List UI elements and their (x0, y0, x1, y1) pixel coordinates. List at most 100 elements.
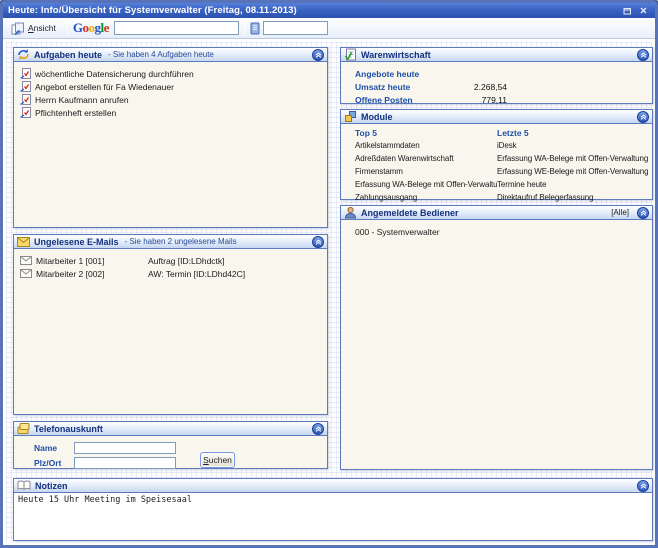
task-label: Pflichtenheft erstellen (35, 108, 116, 118)
collapse-button[interactable] (312, 49, 324, 61)
titlebar: Heute: Info/Übersicht für Systemverwalte… (3, 3, 655, 18)
collapse-button[interactable] (637, 111, 649, 123)
window-title: Heute: Info/Übersicht für Systemverwalte… (8, 5, 618, 16)
ww-value: 779,11 (455, 95, 507, 105)
ww-row: Angebote heute (341, 67, 652, 80)
panel-title: Aufgaben heute (34, 50, 102, 60)
module-link[interactable]: iDesk (497, 141, 648, 154)
panel-module-header: Module (341, 110, 652, 124)
email-sender: Mitarbeiter 2 [002] (36, 269, 144, 279)
task-label: Angebot erstellen für Fa Wiedenauer (35, 82, 174, 92)
ww-link-angebote[interactable]: Angebote heute (355, 69, 455, 79)
task-icon (20, 81, 31, 92)
panel-subtitle: - Sie haben 4 Aufgaben heute (108, 50, 214, 59)
plz-ort-field[interactable] (74, 457, 176, 469)
panel-aufgaben-header: Aufgaben heute - Sie haben 4 Aufgaben he… (14, 48, 327, 62)
collapse-button[interactable] (637, 480, 649, 492)
panel-notizen: Notizen Heute 15 Uhr Meeting im Speisesa… (13, 478, 653, 541)
panel-telefon-header: Telefonauskunft (14, 422, 327, 436)
suchen-button[interactable]: Suchen (200, 452, 235, 468)
collapse-button[interactable] (637, 207, 649, 219)
restore-button[interactable] (621, 5, 634, 16)
task-item[interactable]: Herrn Kaufmann anrufen (14, 93, 327, 106)
ww-value: 2.268,54 (455, 82, 507, 92)
module-link[interactable]: Adreßdaten Warenwirtschaft (355, 154, 497, 167)
panel-warenwirtschaft: Warenwirtschaft Angebote heute Umsatz he… (340, 47, 653, 104)
restore-icon (623, 7, 632, 15)
toolbar-separator (67, 20, 68, 36)
close-button[interactable] (637, 5, 650, 16)
module-top5-header[interactable]: Top 5 (355, 128, 497, 141)
collapse-button[interactable] (637, 49, 649, 61)
google-search-input[interactable] (114, 21, 239, 35)
task-icon (20, 107, 31, 118)
chevron-up-icon (640, 483, 647, 489)
module-link[interactable]: Firmenstamm (355, 167, 497, 180)
phonebook-icon (250, 22, 260, 35)
name-label: Name (34, 443, 74, 453)
chevron-up-icon (640, 52, 647, 58)
panel-bediener-header: Angemeldete Bediener [Alle] (341, 206, 652, 220)
panel-subtitle: - Sie haben 2 ungelesene Mails (125, 237, 237, 246)
notebook-icon (17, 480, 31, 491)
ansicht-button[interactable]: Ansicht (7, 20, 62, 37)
tasks-icon (17, 48, 30, 61)
task-item[interactable]: Angebot erstellen für Fa Wiedenauer (14, 80, 327, 93)
toolbar: Ansicht Google (3, 18, 655, 39)
task-item[interactable]: wöchentliche Datensicherung durchführen (14, 67, 327, 80)
email-item[interactable]: Mitarbeiter 2 [002] AW: Termin [ID:LDhd4… (14, 267, 327, 280)
phone-cards-icon (17, 422, 30, 435)
module-link[interactable]: Artikelstammdaten (355, 141, 497, 154)
panel-bediener: Angemeldete Bediener [Alle] 000 - System… (340, 205, 653, 470)
plz-ort-label: Plz/Ort (34, 458, 74, 468)
panel-title: Telefonauskunft (34, 424, 103, 434)
envelope-icon (20, 269, 32, 278)
task-icon (20, 68, 31, 79)
app-window: Heute: Info/Übersicht für Systemverwalte… (0, 0, 658, 548)
task-item[interactable]: Pflichtenheft erstellen (14, 106, 327, 119)
email-subject: AW: Termin [ID:LDhd42C] (148, 269, 327, 279)
ww-link-offene-posten[interactable]: Offene Posten (355, 95, 455, 105)
collapse-button[interactable] (312, 423, 324, 435)
ww-link-umsatz[interactable]: Umsatz heute (355, 82, 455, 92)
notizen-textarea[interactable]: Heute 15 Uhr Meeting im Speisesaal (14, 493, 652, 540)
task-label: wöchentliche Datensicherung durchführen (35, 69, 194, 79)
ansicht-label: Ansicht (28, 23, 56, 33)
name-field[interactable] (74, 442, 176, 454)
panel-notizen-header: Notizen (14, 479, 652, 493)
module-letzte5-header[interactable]: Letzte 5 (497, 128, 648, 141)
panel-emails: Ungelesene E-Mails - Sie haben 2 ungeles… (13, 234, 328, 415)
chevron-up-icon (315, 426, 322, 432)
chevron-up-icon (640, 114, 647, 120)
task-icon (20, 94, 31, 105)
dashboard: Aufgaben heute - Sie haben 4 Aufgaben he… (6, 42, 652, 542)
panel-warenwirtschaft-header: Warenwirtschaft (341, 48, 652, 62)
email-item[interactable]: Mitarbeiter 1 [001] Auftrag [ID:LDhdctk] (14, 254, 327, 267)
module-link[interactable]: Erfassung WA-Belege mit Offen-Verwaltung (355, 180, 497, 193)
chevron-up-icon (315, 239, 322, 245)
chevron-up-icon (640, 210, 647, 216)
user-icon (344, 206, 357, 219)
view-pages-icon (11, 22, 25, 35)
envelope-icon (20, 256, 32, 265)
module-link[interactable]: Erfassung WA-Belege mit Offen-Verwaltung (497, 154, 648, 167)
bediener-item: 000 - Systemverwalter (355, 227, 652, 237)
ww-row: Umsatz heute 2.268,54 (341, 80, 652, 93)
ww-row: Offene Posten 779,11 (341, 93, 652, 106)
alle-link[interactable]: [Alle] (611, 208, 629, 217)
module-link[interactable]: Termine heute (497, 180, 648, 193)
chevron-up-icon (315, 52, 322, 58)
panel-telefon: Telefonauskunft Name Plz/Ort Suchen (13, 421, 328, 469)
mail-icon (17, 237, 30, 247)
panel-emails-header: Ungelesene E-Mails - Sie haben 2 ungeles… (14, 235, 327, 249)
phone-search-input[interactable] (263, 21, 328, 35)
panel-title: Module (361, 112, 393, 122)
module-icon (344, 110, 357, 123)
collapse-button[interactable] (312, 236, 324, 248)
email-sender: Mitarbeiter 1 [001] (36, 256, 144, 266)
checklist-icon (344, 48, 357, 61)
close-icon (640, 7, 647, 14)
panel-title: Notizen (35, 481, 68, 491)
panel-module: Module Top 5 Artikelstammdaten Adreßdate… (340, 109, 653, 200)
module-link[interactable]: Erfassung WE-Belege mit Offen-Verwaltung (497, 167, 648, 180)
